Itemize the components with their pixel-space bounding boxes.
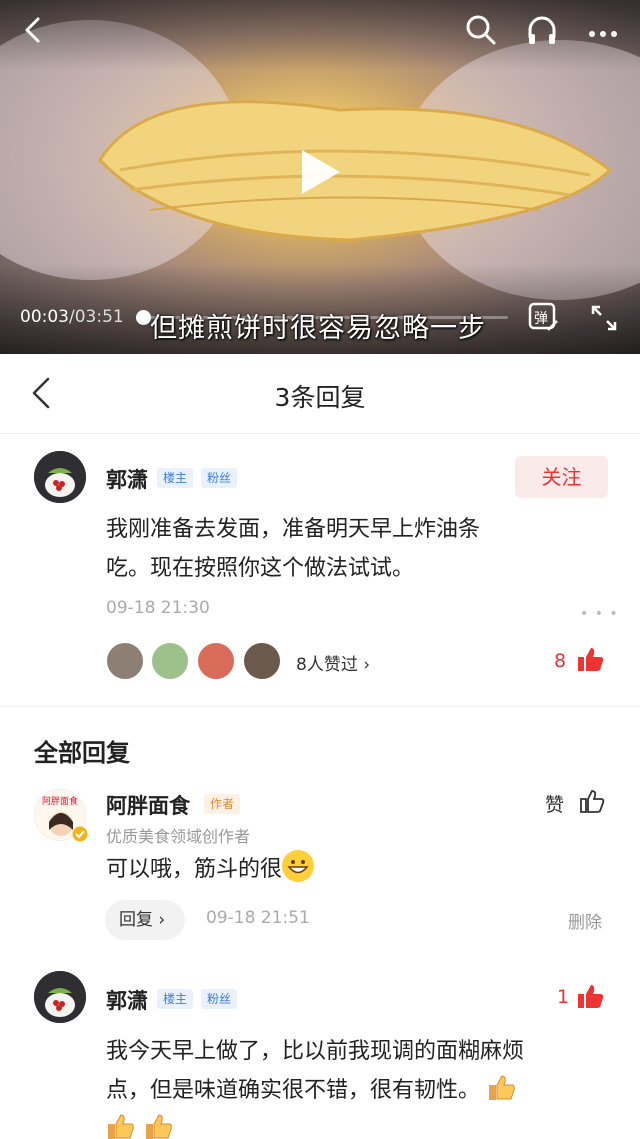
section-title: 全部回复: [34, 739, 130, 767]
author-subtitle: 优质美食领域创作者: [106, 827, 251, 846]
tag-fans: 粉丝: [201, 989, 238, 1009]
reply-time: 09-18 21:51: [206, 908, 310, 928]
liker-avatar[interactable]: [196, 641, 236, 681]
tag-louzhu: 楼主: [157, 468, 194, 488]
thumbs-up-emoji-icon: [487, 1075, 517, 1103]
play-icon[interactable]: [302, 150, 340, 194]
liker-avatar[interactable]: [150, 641, 190, 681]
avatar-logo-text: 阿胖面食: [42, 795, 78, 807]
like-count: 8: [554, 650, 567, 672]
page-title: 3条回复: [274, 383, 366, 412]
thumbs-up-outline-icon[interactable]: [579, 788, 605, 818]
fullscreen-icon[interactable]: [590, 304, 618, 336]
tag-author: 作者: [204, 794, 241, 814]
video-subtitle: 但摊煎饼时很容易忽略一步: [150, 313, 486, 344]
like-button[interactable]: 赞: [545, 790, 564, 817]
thumbs-up-emoji-icon: [106, 1112, 136, 1139]
back-arrow-icon[interactable]: [22, 16, 44, 48]
verified-badge-icon: [72, 826, 88, 846]
video-frame-pancake: [98, 100, 613, 242]
video-time: 00:03/03:51: [20, 307, 124, 327]
reply-text-line1: 我今天早上做了，比以前我现调的面糊麻烦: [106, 1039, 525, 1064]
reply-author-name[interactable]: 阿胖面食: [106, 790, 190, 820]
avatar[interactable]: [34, 971, 86, 1023]
danmaku-toggle-icon[interactable]: 弹: [528, 302, 558, 338]
replies-header: 3条回复: [0, 354, 640, 434]
svg-text:弹: 弹: [534, 311, 548, 327]
liker-avatar[interactable]: [105, 641, 145, 681]
likers-summary[interactable]: 8人赞过 ›: [296, 650, 370, 675]
more-dots-icon[interactable]: • • •: [580, 606, 619, 622]
thumbs-up-filled-icon[interactable]: [576, 982, 604, 1014]
delete-button[interactable]: 删除: [568, 908, 602, 933]
search-icon[interactable]: [465, 14, 497, 50]
reply-text-line2: 点，但是味道确实很不错，很有韧性。: [106, 1071, 517, 1110]
more-options-icon[interactable]: [588, 24, 620, 43]
comment-text-line1: 我刚准备去发面，准备明天早上炸油条: [106, 517, 481, 542]
grin-emoji-icon: [282, 850, 315, 882]
comment-author-name[interactable]: 郭潇: [106, 464, 148, 494]
thumbs-up-filled-icon[interactable]: [576, 645, 604, 677]
video-player[interactable]: 00:03/03:51 但摊煎饼时很容易忽略一步 弹: [0, 0, 640, 354]
liker-avatar[interactable]: [242, 641, 282, 681]
reply-author-name[interactable]: 郭潇: [106, 985, 148, 1015]
comment-text-line2: 吃。现在按照你这个做法试试。: [106, 556, 415, 581]
avatar[interactable]: [34, 451, 86, 503]
progress-knob[interactable]: [135, 310, 151, 325]
follow-button[interactable]: 关注: [515, 456, 608, 498]
tag-louzhu: 楼主: [157, 989, 194, 1009]
thumbs-up-emoji-icon: [144, 1112, 174, 1139]
headphones-icon[interactable]: [526, 14, 558, 50]
tag-fans: 粉丝: [201, 468, 238, 488]
reply-button[interactable]: 回复 ›: [105, 900, 185, 940]
reply-text: 可以哦，筋斗的很: [106, 850, 315, 889]
like-count: 1: [557, 986, 570, 1008]
divider: [0, 706, 640, 707]
comment-time: 09-18 21:30: [106, 598, 210, 618]
